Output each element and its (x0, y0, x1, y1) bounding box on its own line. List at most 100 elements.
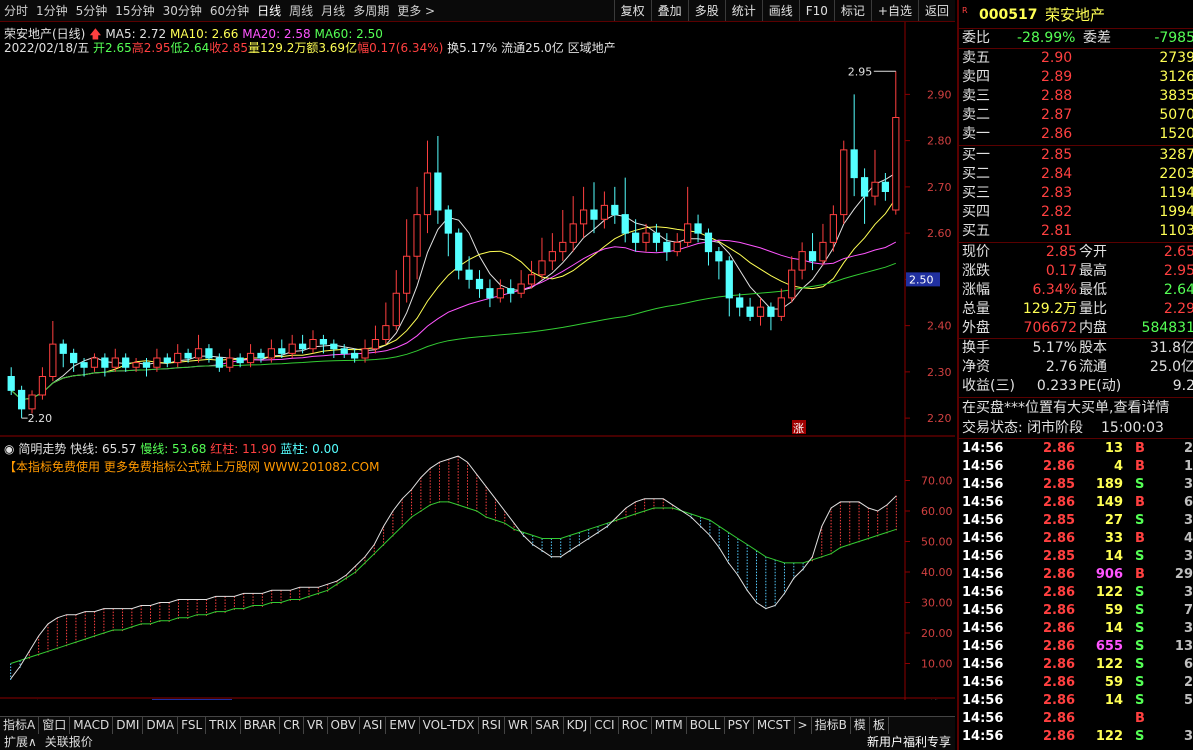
quote-row: 买四 2.82 1994 (959, 203, 1193, 222)
indicator-tab-11[interactable]: ASI (360, 717, 387, 734)
quote-row: 卖五 2.90 2739 (959, 49, 1193, 68)
quote-row: 卖二 2.87 5070 (959, 106, 1193, 125)
period-tab-5[interactable]: 60分钟 (206, 2, 253, 19)
period-tab-0[interactable]: 分时 (0, 2, 32, 19)
toolbar-btn-3[interactable]: 统计 (724, 0, 762, 21)
sell-label: 卖五 (962, 50, 990, 66)
indicator-ad[interactable]: 【本指标免费使用 更多免费指标公式就上万股网 WWW.201082.COM (4, 458, 379, 475)
indicator-tab-4[interactable]: DMA (143, 717, 179, 734)
period-tab-9[interactable]: 多周期 (349, 2, 393, 19)
indicator-tab-9[interactable]: VR (304, 717, 328, 734)
period-tab-2[interactable]: 5分钟 (72, 2, 112, 19)
period-tab-10[interactable]: 更多 > (393, 2, 439, 19)
ind-tick-label: 40.00 (921, 566, 953, 579)
indicator-tab-22[interactable]: PSY (725, 717, 754, 734)
indicator-tab-16[interactable]: SAR (532, 717, 564, 734)
indicator-tab-24[interactable]: > (795, 717, 812, 734)
tick-volume: 189 (1095, 477, 1123, 492)
quote-row: 交易状态: 闭市阶段 15:00:03 (959, 419, 1193, 438)
indicator-tab-10[interactable]: OBV (328, 717, 361, 734)
indicator-info-line: ◉ 简明走势 快线: 65.57 慢线: 53.68 红柱: 11.90 蓝柱:… (4, 440, 339, 457)
indicator-tab-7[interactable]: BRAR (241, 717, 281, 734)
toolbar-btn-1[interactable]: 叠加 (650, 0, 688, 21)
period-tab-8[interactable]: 月线 (317, 2, 349, 19)
tick-side: S (1135, 639, 1145, 654)
expand-button[interactable]: 扩展∧ (0, 734, 41, 750)
indicator-blue: 蓝柱: 0.00 (280, 442, 339, 456)
candle (819, 241, 827, 262)
tick-count: 5 (1183, 693, 1193, 708)
big-order-notice[interactable]: 在买盘***位置有大买单,查看详情 (962, 399, 1169, 418)
indicator-tab-17[interactable]: KDJ (564, 717, 592, 734)
indicator-tab-6[interactable]: TRIX (206, 717, 241, 734)
candle (267, 348, 276, 359)
buy-price[interactable]: 2.83 (1041, 184, 1072, 203)
toolbar-btn-5[interactable]: F10 (798, 0, 834, 21)
indicator-tab-1[interactable]: 窗口 (39, 717, 71, 734)
quote-label: 最低 (1079, 282, 1107, 298)
ma10-line (10, 198, 897, 401)
chart-area[interactable]: 2.90 2.80 2.70 2.60 2.40 2.30 2.20 2.50 70.00 60.… (0, 22, 955, 700)
period-tab-1[interactable]: 1分钟 (32, 2, 72, 19)
indicator-tab-19[interactable]: ROC (619, 717, 652, 734)
period-tab-4[interactable]: 30分钟 (159, 2, 206, 19)
candle (80, 362, 88, 368)
candle (413, 214, 421, 257)
kline-chart[interactable]: 2.90 2.80 2.70 2.60 2.40 2.30 2.20 2.50 70.00 60.… (0, 22, 955, 700)
toolbar-btn-6[interactable]: 标记 (833, 0, 871, 21)
indicator-tab-13[interactable]: VOL-TDX (420, 717, 479, 734)
indicator-tab-0[interactable]: 指标A (0, 717, 40, 734)
sell-price[interactable]: 2.86 (1041, 125, 1072, 144)
indicator-tab-26[interactable]: 模 (851, 717, 870, 734)
indicator-tab-15[interactable]: WR (505, 717, 533, 734)
indicator-tab-3[interactable]: DMI (113, 717, 144, 734)
indicator-tab-25[interactable]: 指标B (812, 717, 851, 734)
indicator-tab-2[interactable]: MACD (70, 717, 114, 734)
indicator-tab-5[interactable]: FSL (178, 717, 207, 734)
quote-value: 2.65 (1163, 244, 1193, 260)
stat-value: 0.233 (1036, 378, 1077, 394)
candle (496, 288, 504, 299)
tick-row: 14:56 2.85 14 S 3 (959, 548, 1193, 566)
period-tab-3[interactable]: 15分钟 (111, 2, 158, 19)
buy-price[interactable]: 2.84 (1041, 165, 1072, 184)
tick-row: 14:56 2.85 189 S 3 (959, 476, 1193, 494)
indicator-tab-12[interactable]: EMV (386, 717, 420, 734)
toolbar-btn-8[interactable]: 返回 (917, 0, 955, 21)
indicator-tab-20[interactable]: MTM (652, 717, 687, 734)
sell-price[interactable]: 2.87 (1041, 106, 1072, 125)
info-volume: 量129.2万 (247, 41, 307, 55)
indicator-tab-27[interactable]: 板 (870, 717, 889, 734)
sell-price[interactable]: 2.88 (1041, 87, 1072, 106)
tick-side: B (1135, 495, 1145, 510)
sell-price[interactable]: 2.90 (1041, 49, 1072, 68)
link-quote-button[interactable]: 关联报价 (41, 734, 97, 750)
tick-price: 2.85 (1043, 477, 1076, 492)
indicator-tab-23[interactable]: MCST (754, 717, 795, 734)
buy-price[interactable]: 2.81 (1041, 222, 1072, 241)
promo-link[interactable]: 新用户福利专享 (863, 734, 955, 750)
indicator-tab-14[interactable]: RSI (479, 717, 506, 734)
ind-tick-label: 60.00 (921, 505, 953, 518)
sell-price[interactable]: 2.89 (1041, 68, 1072, 87)
buy-volume: 1103 (1159, 223, 1193, 239)
toolbar-btn-4[interactable]: 画线 (761, 0, 799, 21)
toolbar-btn-2[interactable]: 多股 (687, 0, 725, 21)
tick-time: 14:56 (962, 639, 1004, 654)
candle (642, 232, 650, 243)
indicator-tab-18[interactable]: CCI (591, 717, 619, 734)
period-tab-6[interactable]: 日线 (253, 2, 285, 19)
period-tab-7[interactable]: 周线 (285, 2, 317, 19)
indicator-tab-21[interactable]: BOLL (687, 717, 725, 734)
indicator-tab-8[interactable]: CR (280, 717, 304, 734)
tick-volume: 33 (1104, 531, 1123, 546)
info-close: 收2.85 (209, 41, 248, 55)
gear-icon[interactable]: ◉ (4, 442, 14, 456)
candle (798, 251, 806, 271)
toolbar-btn-7[interactable]: +自选 (870, 0, 918, 21)
candle (475, 278, 484, 290)
toolbar-btn-0[interactable]: 复权 (613, 0, 651, 21)
buy-price[interactable]: 2.85 (1041, 146, 1072, 165)
tick-time: 14:56 (962, 621, 1004, 636)
buy-price[interactable]: 2.82 (1041, 203, 1072, 222)
